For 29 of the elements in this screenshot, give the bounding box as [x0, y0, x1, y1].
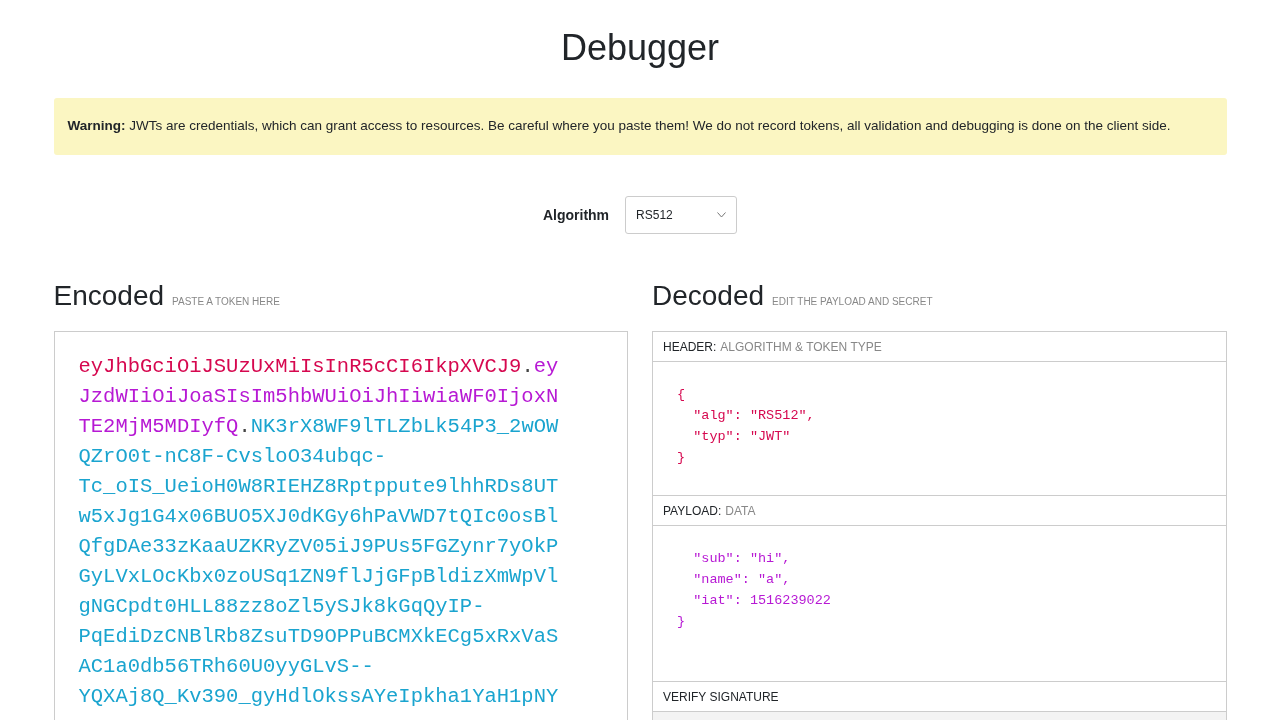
section-heading: Decoded	[652, 279, 765, 313]
token-line: eyJhbGciOiJSUzUxMiIsInR5cCI6IkpXVCJ9.ey	[78, 354, 560, 380]
chevron-down-icon	[717, 212, 727, 218]
section-subtitle: DATA	[725, 502, 756, 520]
token-line: GyLVxLOcKbx0zoUSq1ZN9flJjGFpBldizXmWpVl	[78, 564, 560, 590]
section-hint: EDIT THE PAYLOAD AND SECRET	[772, 295, 933, 309]
token-line: AC1a0db56TRh60U0yyGLvS--	[78, 654, 375, 680]
algorithm-label: Algorithm	[542, 205, 610, 225]
json-editor[interactable]: "sub": "hi", "name": "a", "iat": 1516239022 }	[653, 526, 1226, 682]
token-line: TE2MjM5MDIyfQ.NK3rX8WF9lTLZbLk54P3_2wOW	[78, 414, 560, 440]
token-line: YQXAj8Q_Kv390_gyHdlOkssAYeIpkha1YaH1pNY	[78, 684, 560, 710]
section-title: VERIFY SIGNATURE	[663, 688, 779, 706]
token-line: JzdWIiOiJoaSIsIm5hbWUiOiJhIiwiaWF0IjoxN	[78, 384, 560, 410]
token-line: Tc_oIS_UeioH0W8RIEHZ8Rptppute9lhhRDs8UT	[78, 474, 560, 500]
token-line: PqEdiDzCNBlRb8ZsuTD9OPPuBCMXkECg5xRxVaS	[78, 624, 560, 650]
page-title: Debugger	[559, 26, 721, 70]
section-subtitle: ALGORITHM & TOKEN TYPE	[720, 338, 882, 356]
token-line: gNGCpdt0HLL88zz8oZl5ySJk8kGqQyIP-	[78, 594, 486, 620]
section-heading: Encoded	[53, 279, 165, 313]
token-line: QfgDAe33zKaaUZKRyZV05iJ9PUs5FGZynr7yOkP	[78, 534, 560, 560]
warning-text: Warning: JWTs are credentials, which can grant access to resources. Be careful where you paste them! We do not record tokens, all validation and debugging is done on the client side.	[67, 117, 1171, 136]
token-line: w5xJg1G4x06BUO5XJ0dKGy6hPaVWD7tQIc0osBl	[78, 504, 560, 530]
section-title: HEADER:	[663, 338, 717, 356]
section-title: PAYLOAD:	[663, 502, 722, 520]
section-hint: PASTE A TOKEN HERE	[172, 295, 280, 309]
algorithm-select[interactable]: RS512	[625, 196, 738, 234]
token-line: QZrO0t-nC8F-CvsloO34ubqc-	[78, 444, 388, 470]
token-editor[interactable]	[53, 331, 628, 720]
json-editor[interactable]: { "alg": "RS512", "typ": "JWT" }	[653, 362, 1226, 496]
